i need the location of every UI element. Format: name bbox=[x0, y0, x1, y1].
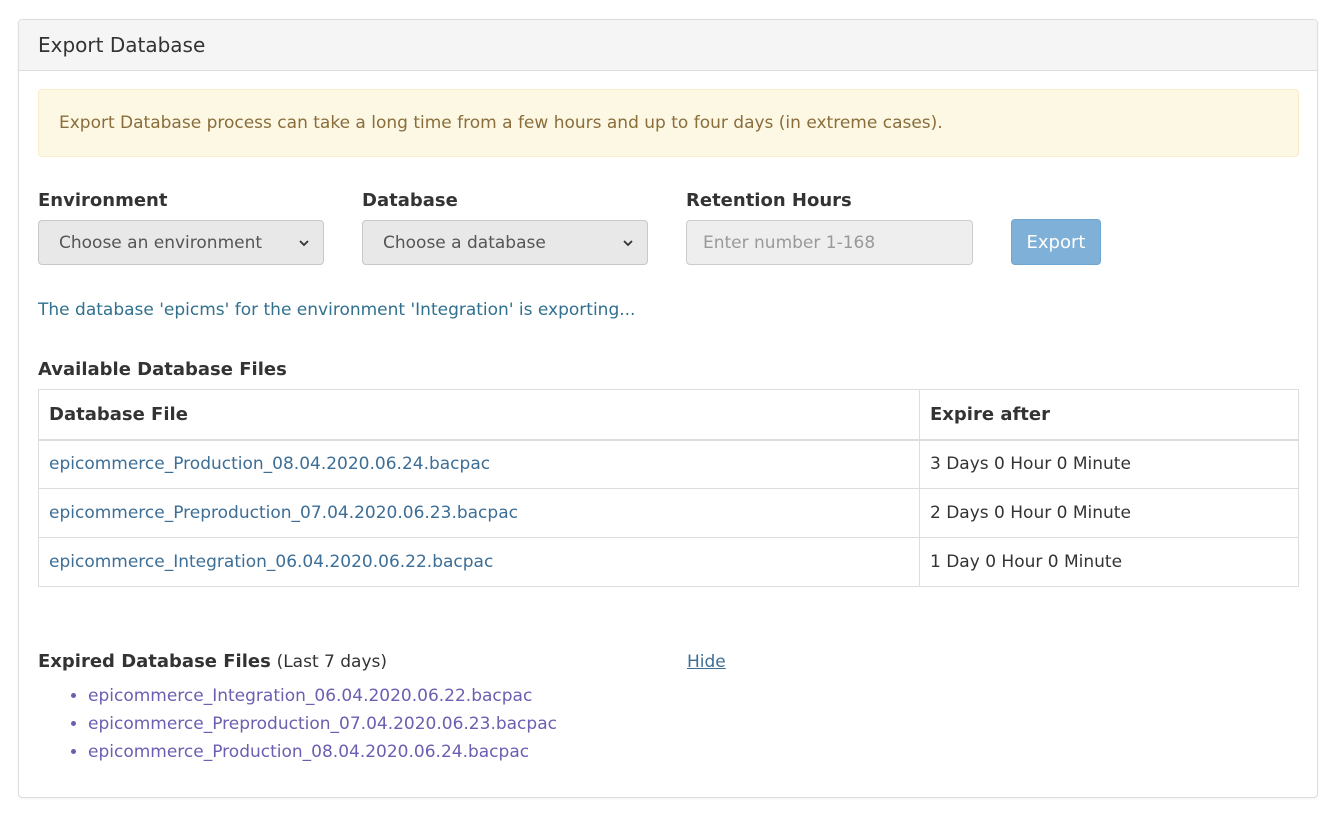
expired-files-subtitle: (Last 7 days) bbox=[276, 652, 387, 672]
expire-cell: 1 Day 0 Hour 0 Minute bbox=[919, 537, 1299, 587]
expire-cell: 2 Days 0 Hour 0 Minute bbox=[919, 488, 1299, 538]
export-status-text: The database 'epicms' for the environmen… bbox=[38, 300, 636, 320]
table-header-row: Database File Expire after bbox=[38, 389, 1299, 441]
table-row: epicommerce_Production_08.04.2020.06.24.… bbox=[38, 439, 1299, 489]
database-group: Database Choose a database bbox=[362, 188, 648, 265]
database-select[interactable]: Choose a database bbox=[362, 220, 648, 265]
chevron-down-icon bbox=[623, 239, 633, 246]
file-link[interactable]: epicommerce_Integration_06.04.2020.06.22… bbox=[49, 552, 493, 572]
environment-label: Environment bbox=[38, 190, 168, 211]
file-link[interactable]: epicommerce_Preproduction_07.04.2020.06.… bbox=[49, 503, 518, 523]
column-header-database-file: Database File bbox=[38, 389, 920, 441]
column-header-expire-after: Expire after bbox=[919, 389, 1299, 441]
retention-group: Retention Hours bbox=[686, 188, 973, 265]
export-database-panel: Export Database Export Database process … bbox=[18, 19, 1318, 798]
expired-files-title: Expired Database Files bbox=[38, 651, 271, 672]
list-item: epicommerce_Preproduction_07.04.2020.06.… bbox=[88, 710, 557, 738]
panel-title: Export Database bbox=[38, 33, 206, 57]
expired-files-heading: Expired Database Files (Last 7 days) bbox=[38, 649, 387, 675]
environment-group: Environment Choose an environment bbox=[38, 188, 324, 265]
alert-text: Export Database process can take a long … bbox=[59, 113, 943, 133]
table-row: epicommerce_Integration_06.04.2020.06.22… bbox=[38, 537, 1299, 587]
list-item: epicommerce_Production_08.04.2020.06.24.… bbox=[88, 738, 557, 766]
database-select-value: Choose a database bbox=[383, 232, 546, 253]
warning-alert: Export Database process can take a long … bbox=[38, 89, 1299, 157]
file-cell: epicommerce_Production_08.04.2020.06.24.… bbox=[38, 439, 920, 489]
available-files-title: Available Database Files bbox=[38, 359, 287, 380]
available-files-table: Database File Expire after epicommerce_P… bbox=[38, 389, 1299, 587]
chevron-down-icon bbox=[299, 239, 309, 246]
expired-files-list: epicommerce_Integration_06.04.2020.06.22… bbox=[38, 682, 557, 766]
panel-heading: Export Database bbox=[19, 20, 1317, 71]
retention-hours-input[interactable] bbox=[686, 220, 973, 265]
hide-expired-link[interactable]: Hide bbox=[687, 649, 726, 675]
file-cell: epicommerce_Preproduction_07.04.2020.06.… bbox=[38, 488, 920, 538]
expired-file-link[interactable]: epicommerce_Integration_06.04.2020.06.22… bbox=[88, 686, 532, 706]
retention-label: Retention Hours bbox=[686, 190, 852, 211]
table-row: epicommerce_Preproduction_07.04.2020.06.… bbox=[38, 488, 1299, 538]
file-link[interactable]: epicommerce_Production_08.04.2020.06.24.… bbox=[49, 454, 490, 474]
environment-select-value: Choose an environment bbox=[59, 232, 263, 253]
export-button[interactable]: Export bbox=[1011, 219, 1101, 265]
expired-file-link[interactable]: epicommerce_Production_08.04.2020.06.24.… bbox=[88, 742, 529, 762]
environment-select[interactable]: Choose an environment bbox=[38, 220, 324, 265]
expired-file-link[interactable]: epicommerce_Preproduction_07.04.2020.06.… bbox=[88, 714, 557, 734]
list-item: epicommerce_Integration_06.04.2020.06.22… bbox=[88, 682, 557, 710]
database-label: Database bbox=[362, 190, 458, 211]
file-cell: epicommerce_Integration_06.04.2020.06.22… bbox=[38, 537, 920, 587]
expire-cell: 3 Days 0 Hour 0 Minute bbox=[919, 439, 1299, 489]
